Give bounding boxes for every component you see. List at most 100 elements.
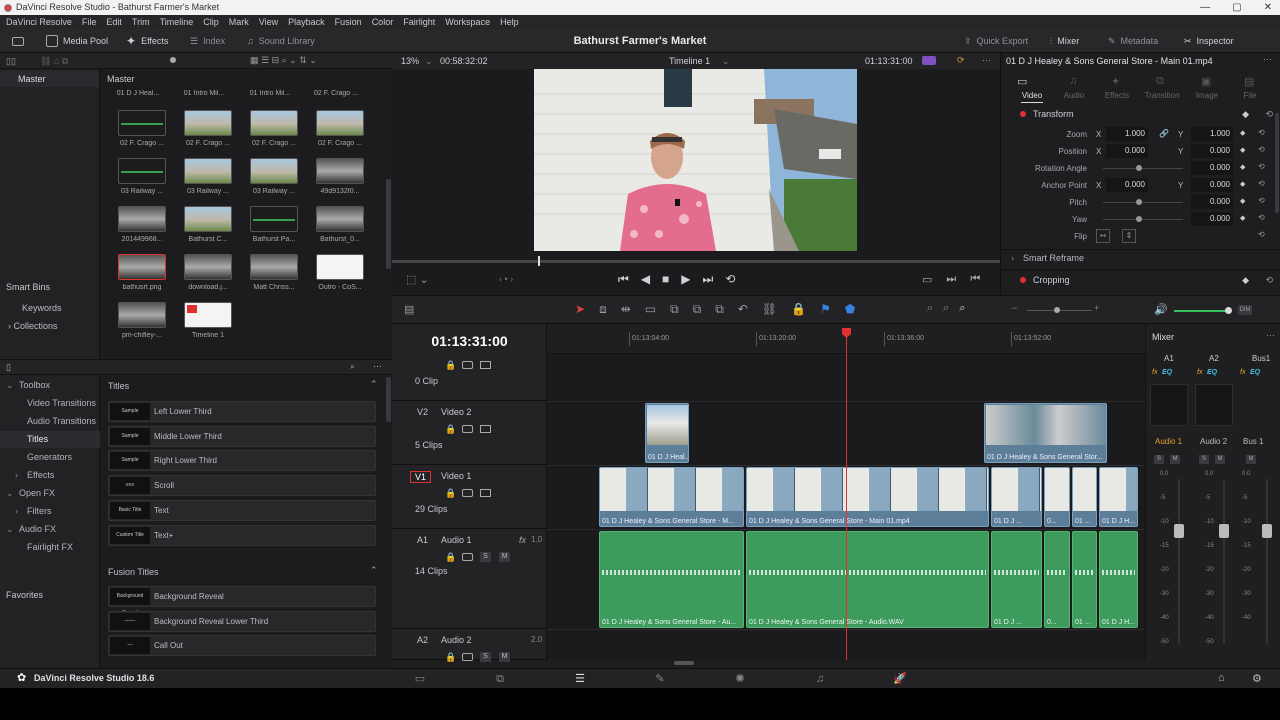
flag-icon[interactable]: ⚑ — [820, 302, 831, 317]
media-thumbnail[interactable] — [184, 302, 232, 328]
fader-handle[interactable] — [1174, 524, 1184, 538]
view-mode-icons[interactable]: ▦ ☰ ⊟ ⌕ ⌄ ⇅ ⌄ — [250, 55, 317, 66]
keyframe-icon[interactable]: ◆ — [1240, 163, 1245, 171]
reset-icon[interactable]: ⟲ — [1258, 128, 1265, 137]
settings-gear-icon[interactable]: ⚙ — [1252, 672, 1262, 685]
viewer-zoom[interactable]: 13% — [401, 56, 419, 66]
flip-horizontal-button[interactable]: ⇿ — [1096, 229, 1110, 243]
media-thumbnail[interactable] — [250, 158, 298, 184]
media-scrollbar[interactable] — [386, 179, 391, 269]
full-extent-zoom-icon[interactable]: ⌕ — [927, 302, 933, 315]
fx-tree-audio-transitions[interactable]: Audio Transitions — [0, 413, 100, 430]
replace-clip-icon[interactable]: ⧉ — [715, 302, 724, 317]
a1-clip[interactable]: 01 D J ... — [991, 531, 1042, 628]
keyframe-icon[interactable]: ◆ — [1240, 146, 1245, 154]
pan-control[interactable] — [1150, 384, 1188, 426]
media-pool-button[interactable]: Media Pool — [46, 29, 108, 53]
pitch-slider[interactable] — [1103, 202, 1183, 203]
next-clip-icon[interactable]: ⏭ — [946, 273, 956, 286]
thumb-size-slider[interactable] — [170, 57, 176, 63]
fx-tree-fairlight-fx[interactable]: Fairlight FX — [0, 539, 100, 556]
keyframe-icon[interactable]: ◆ — [1240, 214, 1245, 222]
inspector-scrollbar[interactable] — [1275, 113, 1279, 213]
reset-icon[interactable]: ⟲ — [1265, 105, 1273, 123]
reset-icon[interactable]: ⟲ — [1258, 162, 1265, 171]
a1-clip[interactable]: 0... — [1044, 531, 1070, 628]
fx-tree-effects[interactable]: › Effects — [0, 467, 100, 484]
timeline-zoom-handle[interactable] — [1054, 307, 1060, 313]
reset-icon[interactable]: ⟲ — [1258, 213, 1265, 222]
effects-button[interactable]: ✦ Effects — [126, 29, 168, 53]
blade-tool-icon[interactable]: ▭ — [645, 302, 656, 317]
keyframe-icon[interactable]: ◆ — [1242, 271, 1249, 289]
fx-tree-generators[interactable]: Generators — [0, 449, 100, 466]
menu-file[interactable]: File — [82, 17, 97, 27]
insert-clip-icon[interactable]: ⧉ — [670, 302, 679, 317]
v2-clip[interactable]: 01 D J Healey & Sons General Stor... — [984, 403, 1107, 463]
track-id[interactable]: A2 — [417, 635, 428, 645]
mixer-fx-label[interactable]: fx — [1197, 369, 1202, 376]
mute-button[interactable]: M — [1215, 455, 1225, 464]
a1-clip[interactable]: 01 D J Healey & Sons General Store - Au.… — [599, 531, 744, 628]
match-frame-icon[interactable]: ▭ — [922, 273, 932, 286]
transform-section[interactable]: Transform ◆ ⟲ — [1011, 105, 1275, 123]
detail-zoom-icon[interactable]: ⌕ — [943, 302, 949, 315]
home-icon[interactable]: ⌂ — [1218, 672, 1225, 684]
media-thumbnail[interactable] — [184, 206, 232, 232]
sync-icon[interactable]: ⟳ — [957, 55, 965, 66]
go-to-start-icon[interactable]: ⏮ — [618, 272, 629, 287]
mixer-eq-label[interactable]: EQ — [1162, 369, 1172, 376]
fader-handle[interactable] — [1262, 524, 1272, 538]
collections-bin[interactable]: › Collections — [8, 321, 58, 331]
auto-select-icon[interactable] — [462, 653, 473, 661]
cropping-section[interactable]: Cropping ◆ ⟲ — [1011, 271, 1275, 289]
play-reverse-icon[interactable]: ◀ — [641, 272, 650, 287]
marker-icon[interactable]: ⬟ — [845, 302, 855, 317]
menu-playback[interactable]: Playback — [288, 17, 325, 27]
tab-file[interactable]: File — [1230, 91, 1270, 100]
mixer-eq-label[interactable]: EQ — [1250, 369, 1260, 376]
fx-item[interactable]: ─── Background Reveal Lower Third — [108, 610, 376, 632]
fx-tree-toolbox[interactable]: ⌄ Toolbox — [0, 377, 100, 394]
v1-clip[interactable]: 01 ... — [1072, 467, 1097, 527]
chevron-down-icon[interactable]: ⌄ — [425, 56, 433, 67]
auto-select-icon[interactable] — [462, 425, 473, 433]
fx-tree-audio-fx[interactable]: ⌄ Audio FX — [0, 521, 100, 538]
layout-icon[interactable] — [12, 29, 24, 53]
dynamic-trim-icon[interactable]: ⇹ — [621, 302, 631, 317]
menu-davinci[interactable]: DaVinci Resolve — [6, 17, 72, 27]
snapping-icon[interactable]: ↶ — [738, 302, 748, 317]
menu-color[interactable]: Color — [372, 17, 394, 27]
media-thumbnail[interactable] — [316, 158, 364, 184]
tab-video[interactable]: Video — [1012, 91, 1052, 100]
jog-icon[interactable]: ‹ • › — [499, 274, 513, 284]
solo-button[interactable]: S — [1199, 455, 1209, 464]
pitch-field[interactable]: 0.000 — [1191, 195, 1233, 209]
lock-icon[interactable]: 🔒 — [445, 424, 456, 435]
keywords-bin[interactable]: Keywords — [22, 303, 62, 313]
menu-edit[interactable]: Edit — [106, 17, 122, 27]
zoom-out-icon[interactable]: − — [1012, 303, 1017, 313]
go-to-end-icon[interactable]: ⏭ — [703, 272, 714, 287]
prev-clip-icon[interactable]: ⏮ — [970, 273, 980, 286]
media-thumbnail[interactable] — [250, 110, 298, 136]
fx-item[interactable]: Basic Title Text — [108, 499, 376, 521]
stop-icon[interactable]: ■ — [662, 272, 669, 287]
sound-library-button[interactable]: ♫ Sound Library — [247, 29, 315, 53]
track-id[interactable]: V1 — [410, 471, 432, 483]
more-options-icon[interactable]: ⋯ — [1263, 54, 1272, 65]
reset-icon[interactable]: ⟲ — [1258, 145, 1265, 154]
fx-item[interactable]: Sample Right Lower Third — [108, 450, 376, 472]
rotation-field[interactable]: 0.000 — [1191, 161, 1233, 175]
reset-icon[interactable]: ⟲ — [1258, 230, 1265, 239]
mixer-button[interactable]: ⫶ Mixer — [1050, 29, 1079, 53]
media-thumbnail[interactable] — [184, 110, 232, 136]
menu-workspace[interactable]: Workspace — [445, 17, 490, 27]
media-thumbnail[interactable] — [118, 158, 166, 184]
media-thumbnail[interactable] — [316, 110, 364, 136]
mixer-fx-label[interactable]: fx — [1152, 369, 1157, 376]
solo-button[interactable]: S — [480, 552, 491, 562]
quick-export-button[interactable]: ⇪ Quick Export — [964, 29, 1028, 53]
search-icon[interactable]: ⌕ — [350, 361, 355, 372]
enable-dot-icon[interactable] — [1020, 277, 1026, 283]
